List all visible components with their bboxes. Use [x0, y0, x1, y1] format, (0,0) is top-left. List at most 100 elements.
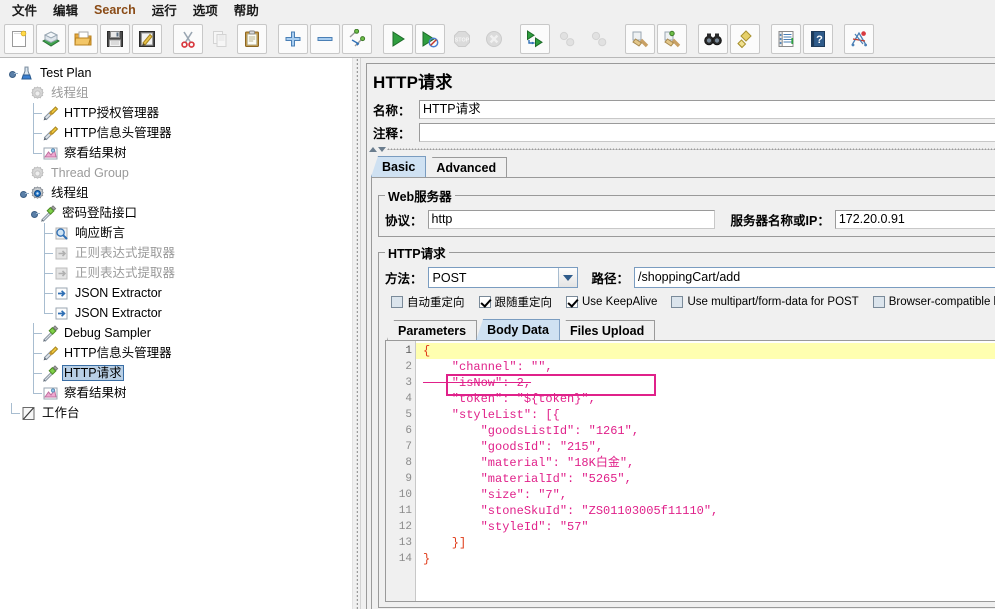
function-helper-icon[interactable] [771, 24, 801, 54]
checkbox-box[interactable] [479, 296, 491, 308]
checkbox-auto-redirect[interactable]: 自动重定向 [391, 294, 465, 310]
clear-icon[interactable] [625, 24, 655, 54]
tab-parameters[interactable]: Parameters [387, 320, 477, 340]
view-results-tree-icon [42, 145, 59, 162]
checkbox-use-keepalive[interactable]: Use KeepAlive [566, 296, 657, 308]
start-no-pauses-icon[interactable] [415, 24, 445, 54]
checkbox-box[interactable] [873, 296, 885, 308]
tree-node-thread-group-en[interactable]: Thread Group [0, 163, 352, 183]
basic-tab-content: Web服务器 协议： http 服务器名称或IP： 172.20.0.91 HT… [371, 177, 995, 609]
undo-redo-icon[interactable] [844, 24, 874, 54]
help-icon[interactable]: ? [803, 24, 833, 54]
tree-node-response-assertion[interactable]: 响应断言 [0, 223, 352, 243]
checkbox-use-multipart[interactable]: Use multipart/form-data for POST [671, 296, 858, 308]
tab-basic[interactable]: Basic [371, 156, 426, 177]
chevron-down-icon[interactable] [558, 268, 577, 287]
checkbox-follow-redirect[interactable]: 跟随重定向 [479, 294, 553, 310]
server-input[interactable]: 172.20.0.91 [835, 210, 995, 229]
collapse-toolbar[interactable] [367, 145, 995, 153]
method-select[interactable]: POST [428, 267, 578, 288]
collapse-all-icon[interactable] [310, 24, 340, 54]
code-line: "channel": "", [416, 359, 995, 375]
checkbox-browser-compatible-headers[interactable]: Browser-compatible headers [873, 296, 995, 308]
menu-search[interactable]: Search [86, 1, 144, 19]
tree-node-view-results-tree-2[interactable]: 察看结果树 [0, 383, 352, 403]
menu-options[interactable]: 选项 [185, 0, 226, 21]
tree-node-thread-group-cn-1[interactable]: 线程组 [0, 83, 352, 103]
tab-files-upload[interactable]: Files Upload [559, 320, 655, 340]
tree-expand-handle[interactable] [20, 169, 29, 178]
tree-node-label: 密码登陆接口 [60, 205, 139, 221]
web-server-legend: Web服务器 [385, 186, 455, 205]
cut-icon[interactable] [173, 24, 203, 54]
body-tabs: Parameters Body Data Files Upload [385, 318, 995, 340]
thread-group-on-icon [29, 185, 46, 202]
test-plan-tree[interactable]: Test Plan 线程组 HTTP授权管理器 [0, 58, 352, 609]
body-data-editor[interactable]: 1 2 3 4 5 6 7 8 9 10 11 [385, 340, 995, 602]
line-number: 3 [386, 375, 415, 391]
tree-node-json-extractor-1[interactable]: JSON Extractor [0, 283, 352, 303]
clear-all-icon[interactable] [657, 24, 687, 54]
test-plan-icon [18, 65, 35, 82]
reset-search-icon[interactable] [730, 24, 760, 54]
menu-file[interactable]: 文件 [4, 0, 45, 21]
tree-node-label: HTTP请求 [62, 365, 124, 381]
editor-line-numbers: 1 2 3 4 5 6 7 8 9 10 11 [386, 341, 416, 601]
copy-icon [205, 24, 235, 54]
tab-body-data[interactable]: Body Data [476, 319, 560, 340]
tree-node-json-extractor-2[interactable]: JSON Extractor [0, 303, 352, 323]
name-label: 名称： [373, 100, 419, 119]
menu-edit[interactable]: 编辑 [45, 0, 86, 21]
line-number: 4 [386, 391, 415, 407]
checkbox-box[interactable] [391, 296, 403, 308]
method-path-row: 方法： POST 路径： /shoppingCart/add [385, 267, 995, 288]
new-icon[interactable] [4, 24, 34, 54]
tree-node-http-header-manager-1[interactable]: HTTP信息头管理器 [0, 123, 352, 143]
comment-field-row: 注释： [367, 122, 995, 145]
toggle-icon[interactable] [342, 24, 372, 54]
paste-icon[interactable] [237, 24, 267, 54]
tree-node-password-login-api[interactable]: 密码登陆接口 [0, 203, 352, 223]
search-icon[interactable] [698, 24, 728, 54]
save-icon[interactable] [100, 24, 130, 54]
tree-node-label: 正则表达式提取器 [73, 265, 177, 281]
editor-code-area[interactable]: { "channel": "", "isNow": 2, "token": "$… [416, 341, 995, 601]
path-input[interactable]: /shoppingCart/add [634, 267, 995, 288]
header-manager-icon [42, 125, 59, 142]
tree-expand-handle[interactable] [20, 89, 29, 98]
tree-expand-handle[interactable] [31, 209, 40, 218]
checkbox-box[interactable] [566, 296, 578, 308]
collapse-up-icon[interactable] [369, 147, 377, 152]
collapse-down-icon[interactable] [378, 147, 386, 152]
tree-node-http-auth-manager[interactable]: HTTP授权管理器 [0, 103, 352, 123]
expand-all-icon[interactable] [278, 24, 308, 54]
start-icon[interactable] [383, 24, 413, 54]
tree-node-regex-extractor-2[interactable]: 正则表达式提取器 [0, 263, 352, 283]
tree-node-regex-extractor-1[interactable]: 正则表达式提取器 [0, 243, 352, 263]
tree-node-workbench[interactable]: 工作台 [0, 403, 352, 423]
templates-icon[interactable] [36, 24, 66, 54]
tab-advanced[interactable]: Advanced [425, 157, 507, 177]
protocol-input[interactable]: http [428, 210, 715, 229]
name-input[interactable]: HTTP请求 [419, 100, 995, 119]
checkbox-box[interactable] [671, 296, 683, 308]
tree-node-debug-sampler[interactable]: Debug Sampler [0, 323, 352, 343]
tree-node-http-header-manager-2[interactable]: HTTP信息头管理器 [0, 343, 352, 363]
tree-node-thread-group-cn-2[interactable]: 线程组 [0, 183, 352, 203]
split-pane-divider[interactable] [352, 58, 361, 609]
remote-start-all-icon[interactable] [520, 24, 550, 54]
tree-node-test-plan[interactable]: Test Plan [0, 63, 352, 83]
menu-help[interactable]: 帮助 [226, 0, 267, 21]
tree-node-view-results-tree-1[interactable]: 察看结果树 [0, 143, 352, 163]
tree-expand-handle[interactable] [9, 69, 18, 78]
comment-input[interactable] [419, 123, 995, 142]
menu-run[interactable]: 运行 [144, 0, 185, 21]
tree-node-http-request-selected[interactable]: HTTP请求 [0, 363, 352, 383]
open-icon[interactable] [68, 24, 98, 54]
save-as-icon[interactable] [132, 24, 162, 54]
http-sampler-icon [42, 365, 59, 382]
tree-expand-handle[interactable] [20, 189, 29, 198]
json-extractor-icon [53, 305, 70, 322]
menu-bar: 文件 编辑 Search 运行 选项 帮助 [0, 0, 995, 20]
collapse-dotted-line [387, 148, 995, 150]
